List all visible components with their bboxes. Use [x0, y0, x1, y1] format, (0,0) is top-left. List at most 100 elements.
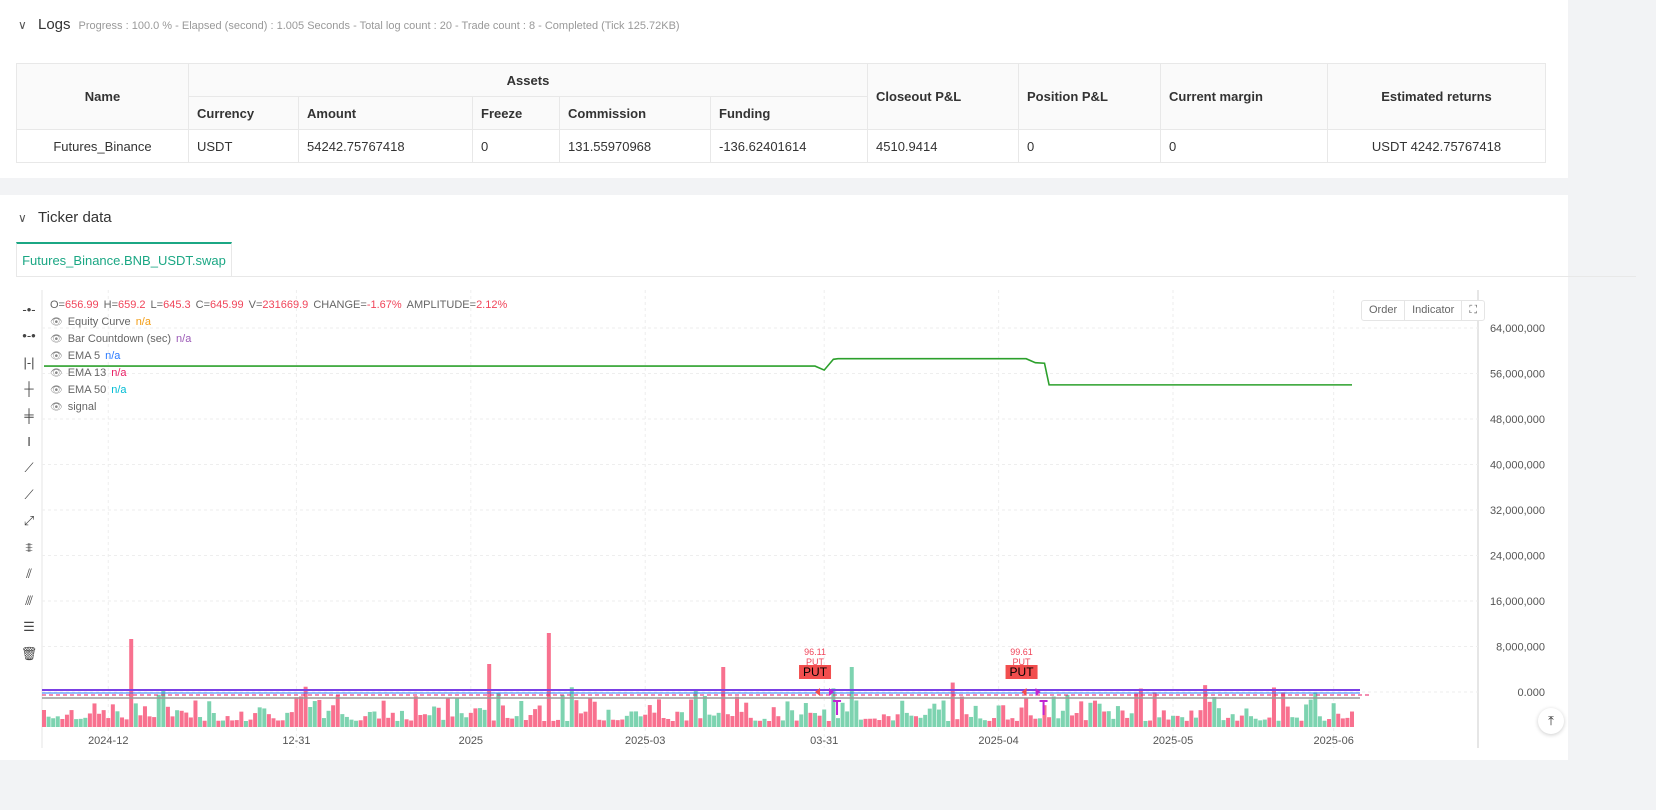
volume-bar	[721, 667, 726, 727]
signal-badge-text: PUT	[1010, 665, 1035, 679]
col-position: Position P&L	[1018, 63, 1161, 130]
order-button[interactable]: Order	[1362, 301, 1406, 320]
legend-item[interactable]: 👁 EMA 50 n/a	[50, 382, 507, 399]
volume-bar	[707, 714, 712, 727]
volume-bar	[854, 700, 859, 727]
volume-bar	[478, 708, 482, 727]
col-amount: Amount	[298, 96, 473, 130]
legend-item[interactable]: 👁 Bar Countdown (sec) n/a	[50, 331, 507, 348]
volume-bar	[1336, 713, 1341, 727]
volume-bar	[1327, 719, 1332, 727]
volume-bar	[253, 713, 258, 727]
scroll-top-button[interactable]: ⤒	[1538, 708, 1564, 734]
volume-bar	[239, 711, 244, 727]
logs-header[interactable]: ∨ Logs Progress : 100.0 % - Elapsed (sec…	[18, 16, 680, 33]
volume-bar	[808, 712, 813, 727]
l-label: L=	[150, 299, 164, 311]
volume-bar	[546, 633, 551, 727]
volume-bar	[840, 702, 845, 727]
change-value: -1.67%	[366, 299, 402, 311]
col-commission: Commission	[559, 96, 711, 130]
volume-bar	[1193, 717, 1198, 727]
fullscreen-icon[interactable]: ⛶	[1462, 301, 1484, 320]
volume-bar	[42, 709, 46, 727]
legend-label: Equity Curve	[67, 316, 131, 328]
volume-bar	[794, 720, 799, 727]
volume-bar	[588, 698, 593, 727]
col-closeout: Closeout P&L	[867, 63, 1019, 130]
volume-bar	[1221, 720, 1226, 727]
volume-bar	[872, 718, 877, 727]
volume-bar	[294, 697, 299, 727]
chevron-down-icon[interactable]: ∨	[18, 211, 30, 225]
legend-item[interactable]: 👁 EMA 13 n/a	[50, 365, 507, 382]
volume-bar	[230, 720, 235, 727]
volume-bar	[762, 718, 767, 727]
legend-value: n/a	[176, 333, 192, 345]
eye-icon[interactable]: 👁	[50, 365, 63, 382]
eye-icon[interactable]: 👁	[50, 399, 63, 416]
volume-bar	[1226, 717, 1231, 727]
volume-bar	[147, 716, 152, 727]
legend-item[interactable]: 👁 Equity Curve n/a	[50, 314, 507, 331]
volume-bar	[932, 703, 937, 727]
volume-bar	[262, 708, 267, 727]
o-label: O=	[50, 299, 65, 311]
legend-label: signal	[67, 401, 97, 413]
logs-title: Logs	[38, 16, 71, 33]
volume-bar	[978, 718, 983, 727]
volume-bar	[1207, 701, 1212, 727]
eye-icon[interactable]: 👁	[50, 382, 63, 399]
volume-bar	[321, 718, 326, 727]
y-tick-label: 40,000,000	[1490, 460, 1545, 472]
ticker-header[interactable]: ∨ Ticker data	[18, 209, 112, 226]
eye-icon[interactable]: 👁	[50, 314, 63, 331]
volume-bar	[280, 720, 285, 727]
legend-item[interactable]: 👁 EMA 5 n/a	[50, 348, 507, 365]
volume-bar	[175, 710, 180, 727]
cell-returns: USDT 4242.75767418	[1327, 129, 1546, 163]
volume-bar	[601, 720, 606, 727]
y-tick-label: 48,000,000	[1490, 414, 1545, 426]
volume-bar	[996, 705, 1001, 727]
volume-value: 231669.9	[262, 299, 309, 311]
volume-bar	[165, 706, 170, 727]
volume-bar	[220, 720, 225, 727]
h-label: H=	[103, 299, 119, 311]
chevron-down-icon[interactable]: ∨	[18, 18, 30, 32]
y-tick-label: 32,000,000	[1490, 505, 1545, 517]
volume-bar	[129, 639, 134, 727]
indicator-button[interactable]: Indicator	[1405, 301, 1463, 320]
volume-bar	[868, 718, 873, 727]
volume-bar	[679, 712, 684, 727]
eye-icon[interactable]: 👁	[50, 348, 63, 365]
legend-item[interactable]: 👁 signal	[50, 399, 507, 416]
volume-bar	[413, 696, 418, 727]
chart-legend: O= 656.99 H= 659.2 L= 645.3 C= 645.99 V= 2316…	[50, 297, 507, 416]
volume-bar	[69, 710, 74, 727]
volume-bar	[1102, 711, 1107, 727]
volume-bar	[684, 720, 689, 727]
x-tick-label: 2025-04	[978, 735, 1018, 747]
volume-bar	[312, 701, 317, 727]
volume-bar	[551, 720, 556, 727]
volume-bar	[432, 706, 437, 727]
volume-bar	[1161, 710, 1166, 727]
volume-bar	[647, 705, 652, 727]
cell-freeze: 0	[472, 129, 560, 163]
volume-bar	[780, 720, 785, 727]
volume-bar	[390, 712, 395, 727]
eye-icon[interactable]: 👁	[50, 331, 63, 348]
volume-bar	[106, 718, 111, 727]
volume-bar	[858, 719, 863, 727]
volume-bar	[1120, 710, 1125, 727]
volume-bar	[156, 694, 161, 727]
volume-bar	[110, 704, 115, 727]
volume-bar	[455, 698, 460, 727]
volume-bar	[142, 706, 147, 727]
amplitude-value: 2.12%	[476, 299, 508, 311]
volume-bar	[712, 715, 717, 727]
volume-bar	[1350, 711, 1354, 727]
volume-bar	[207, 701, 212, 727]
tab-bnb-usdt-swap[interactable]: Futures_Binance.BNB_USDT.swap	[16, 242, 232, 276]
